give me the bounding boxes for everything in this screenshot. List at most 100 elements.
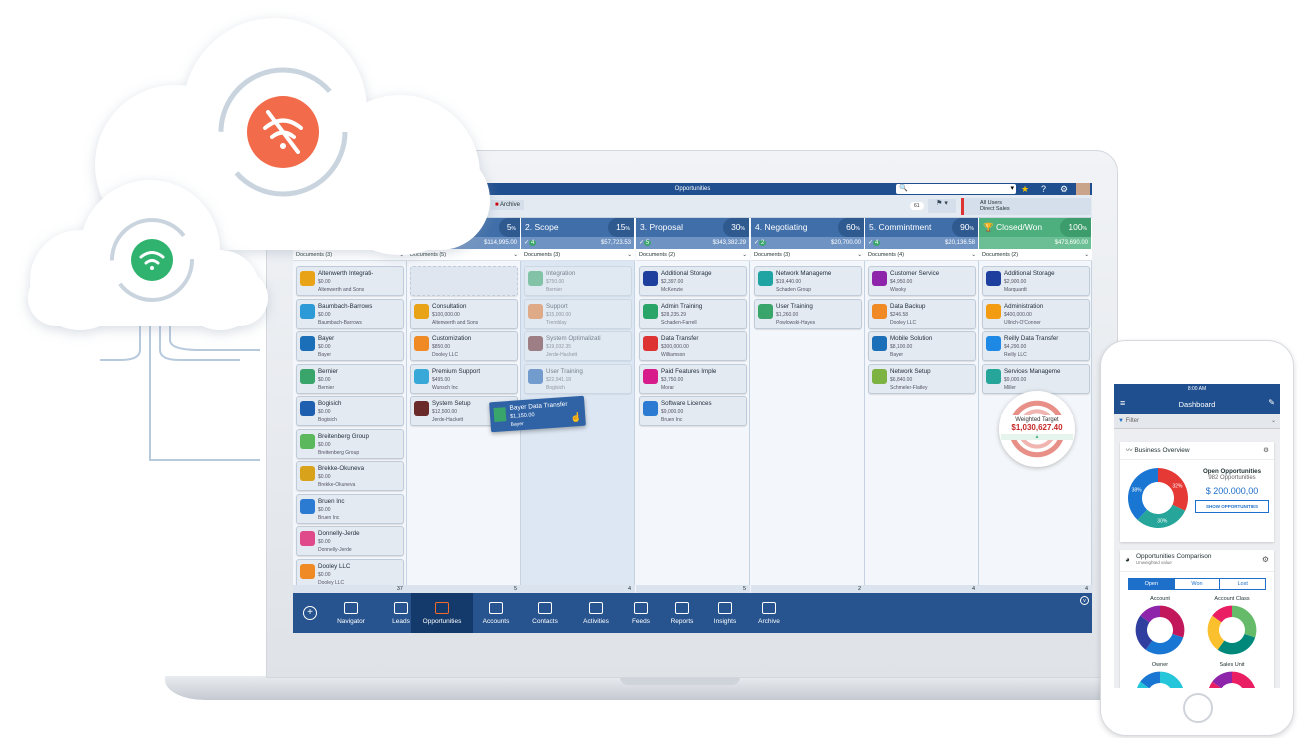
stage-name: 5. Commintment — [869, 222, 932, 232]
opportunity-card[interactable]: Data Transfer $300,000.00 Williamson — [639, 331, 747, 361]
nav-opportunities[interactable]: Opportunities — [411, 593, 473, 633]
card-value: $2,397.00 — [661, 279, 684, 285]
card-company: Brekke-Okuneva — [318, 482, 356, 488]
nav-contacts[interactable]: Contacts — [525, 593, 565, 633]
company-logo — [528, 368, 543, 384]
card-company: Bruen Inc — [661, 417, 683, 423]
won-count: 4 — [529, 240, 537, 246]
gear-icon[interactable]: ⚙ — [1263, 442, 1274, 460]
slice-label: 30% — [1157, 519, 1168, 525]
company-logo — [758, 303, 773, 319]
stage-percent: 100% — [1060, 218, 1091, 237]
navigator-icon — [344, 602, 358, 614]
company-logo — [643, 303, 658, 319]
opportunity-card[interactable]: Reilly Data Transfer $4,290.00 Reilly LLC — [982, 331, 1090, 361]
opportunity-card[interactable]: Paid Features Imple $3,750.00 Morar — [639, 363, 747, 394]
documents-dropdown[interactable]: Documents (4) ⌄ — [865, 249, 979, 261]
card-value: $22,941.18 — [546, 376, 572, 383]
opportunity-card[interactable]: Additional Storage $2,397.00 McKenzie — [639, 266, 747, 296]
nav-activities[interactable]: Activities — [576, 593, 616, 633]
stage-percent: 90% — [952, 218, 978, 237]
chart-title: Owner — [1151, 662, 1169, 668]
nav-archive[interactable]: Archive — [749, 593, 789, 633]
card-company: Marquardt — [1004, 287, 1027, 293]
nav-insights[interactable]: Insights — [705, 593, 745, 633]
opportunity-card[interactable]: Dooley LLC $0.00 Dooley LLC — [296, 558, 404, 589]
card-company: Williamson — [661, 352, 686, 358]
archive-label: Archive — [499, 202, 520, 208]
opportunity-card[interactable]: Customer Service $4,950.00 Wisoky — [868, 266, 976, 296]
star-icon[interactable]: ★ — [1021, 183, 1029, 195]
stage-name: Closed/Won — [995, 222, 1043, 232]
opportunity-card[interactable]: Bruen Inc $0.00 Bruen Inc — [296, 493, 404, 524]
documents-dropdown[interactable]: Documents (2) ⌄ — [636, 249, 750, 261]
pie-icon: ◕ — [1125, 555, 1130, 564]
opportunity-card[interactable]: Support $15,000.00 Tremblay — [524, 298, 632, 329]
stage-column[interactable]: Network Manageme $19,440.00 Schaden Group U… — [751, 261, 865, 585]
tab-won[interactable]: Won — [1173, 579, 1220, 589]
opportunity-card[interactable]: Additional Storage $2,900.00 Marquardt — [982, 266, 1090, 296]
opportunities-comparison-card: ◕ Opportunities Comparison Unweighted va… — [1120, 550, 1274, 688]
chevron-down-icon: ⌄ — [971, 252, 976, 258]
chevron-down-icon[interactable]: ▾ — [1010, 184, 1016, 194]
nav-reports[interactable]: Reports — [662, 593, 702, 633]
documents-dropdown[interactable]: Documents (2) ⌄ — [979, 249, 1092, 261]
nav-label: Leads — [392, 618, 410, 625]
company-logo — [758, 271, 773, 286]
stage-name: 3. Proposal — [640, 222, 683, 232]
company-logo — [643, 271, 658, 286]
opportunity-card[interactable]: Software Licences $9,000.00 Bruen Inc — [639, 396, 747, 426]
card-title: Additional Storage — [1004, 270, 1055, 277]
add-icon[interactable]: + — [303, 606, 317, 620]
filter-flag-button[interactable]: ⚑ ▾ — [928, 199, 956, 213]
opportunity-card[interactable]: Network Manageme $19,440.00 Schaden Group — [754, 266, 862, 296]
opportunity-card[interactable]: Admin Training $28,235.29 Schaden-Farrell — [639, 298, 747, 329]
stage-column[interactable]: Additional Storage $2,397.00 McKenzie Admin… — [636, 261, 750, 585]
gear-icon[interactable]: ⚙ — [1060, 183, 1068, 195]
user-filter-select[interactable]: All Users Direct Sales — [961, 198, 1091, 215]
card-title: Donnelly-Jerde — [318, 530, 360, 537]
nav-label: Archive — [758, 618, 780, 625]
card-title: Network Setup — [890, 367, 931, 375]
documents-dropdown[interactable]: Documents (3) ⌄ — [521, 249, 635, 261]
edit-icon[interactable]: ✎ — [1268, 398, 1275, 407]
card-value: $300,000.00 — [661, 344, 689, 350]
avatar[interactable] — [1076, 183, 1090, 195]
filter-bar[interactable]: ▼ Filter ⌄ — [1114, 414, 1280, 429]
opportunity-card[interactable]: Donnelly-Jerde $0.00 Donnelly-Jerde — [296, 526, 404, 556]
card-value: $9,000.00 — [661, 409, 684, 415]
opportunity-card[interactable]: Mobile Solution $8,100.00 Bayer — [868, 331, 976, 361]
card-value: $1,260.00 — [776, 311, 799, 318]
card-company: Morar — [661, 384, 675, 391]
card-title: Customer Service — [890, 270, 940, 277]
nav-feeds[interactable]: Feeds — [621, 593, 661, 633]
donut-slice — [1128, 468, 1158, 520]
nav-navigator[interactable]: Navigator — [331, 593, 371, 633]
documents-dropdown[interactable]: Documents (3) ⌄ — [751, 249, 865, 261]
stage-column[interactable]: Customer Service $4,950.00 Wisoky Data Back… — [865, 261, 979, 585]
card-company: Bernier — [546, 287, 563, 293]
open-opps-heading: Open Opportunities — [1202, 468, 1262, 475]
opportunity-card[interactable]: User Training $1,260.00 Powlowski-Hayes — [754, 298, 862, 329]
card-title: Bruen Inc — [318, 497, 345, 505]
opportunity-card[interactable]: Services Manageme $9,000.00 Miller — [982, 363, 1090, 394]
opportunity-card[interactable]: User Training $22,941.18 Bogisich — [524, 363, 632, 394]
opportunity-card[interactable]: Network Setup $6,840.00 Schmeler-Flatley — [868, 363, 976, 394]
collapse-chevron-icon[interactable]: v — [1080, 596, 1089, 605]
search-input[interactable]: 🔍 ▾ — [896, 184, 1016, 194]
opportunity-card[interactable]: Integration $750.00 Bernier — [524, 266, 632, 296]
tab-lost[interactable]: Lost — [1219, 579, 1265, 589]
home-button[interactable] — [1183, 693, 1213, 723]
opportunity-card[interactable]: Data Backup $246.58 Dooley LLC — [868, 298, 976, 329]
nav-accounts[interactable]: Accounts — [476, 593, 516, 633]
card-title: Dooley LLC — [318, 562, 351, 570]
tab-open[interactable]: Open — [1129, 579, 1174, 589]
weighted-target-gauge[interactable]: Weighted Target $1,030,627.40 ▲ — [999, 391, 1075, 467]
opportunity-card[interactable]: Administration $400,000.00 Ullrich-O'Conne… — [982, 298, 1090, 329]
help-icon[interactable]: ? — [1041, 183, 1046, 195]
gear-icon[interactable]: ⚙ — [1262, 555, 1269, 564]
show-opportunities-button[interactable]: SHOW OPPORTUNITIES — [1195, 500, 1269, 513]
opportunities-icon — [435, 602, 449, 614]
opportunity-card[interactable]: System Optimalizati $19,032.35 Jerde-Hacke… — [524, 331, 632, 361]
company-logo — [643, 336, 658, 351]
